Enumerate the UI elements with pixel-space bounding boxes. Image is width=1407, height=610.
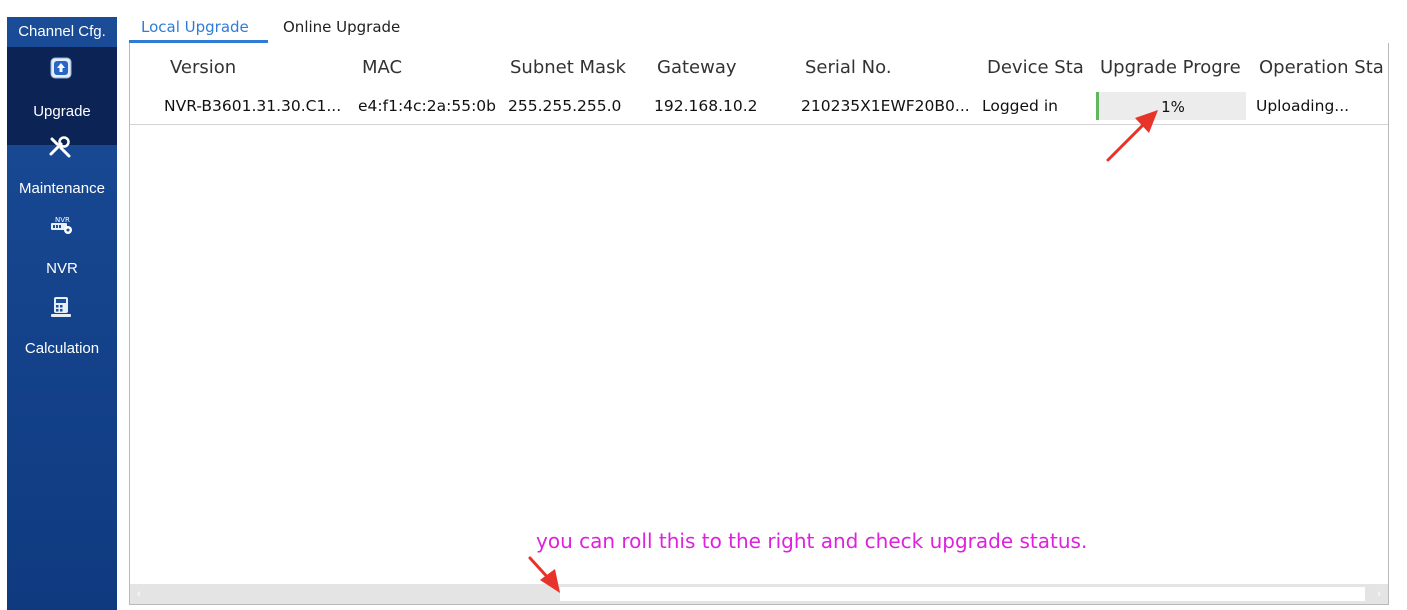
sidebar-item-maintenance[interactable]: Maintenance xyxy=(7,180,117,197)
column-header-subnet-mask[interactable]: Subnet Mask xyxy=(510,57,640,78)
cell-device-status: Logged in xyxy=(982,97,1058,115)
tools-icon[interactable] xyxy=(47,134,75,160)
upgrade-progress-label: 1% xyxy=(1161,98,1185,116)
table-header-row: Version MAC Subnet Mask Gateway Serial N… xyxy=(130,51,1388,89)
sidebar: Channel Cfg. Upgrade Maintenance NVR NVR… xyxy=(7,17,117,610)
tab-local-upgrade[interactable]: Local Upgrade xyxy=(141,18,249,36)
cell-serial-no: 210235X1EWF20B0... xyxy=(801,97,970,115)
column-header-version[interactable]: Version xyxy=(170,57,290,78)
scroll-left-arrow-icon[interactable]: ‹ xyxy=(130,584,148,604)
horizontal-scrollbar[interactable]: ‹ › xyxy=(130,584,1388,604)
column-header-gateway[interactable]: Gateway xyxy=(657,57,777,78)
cell-subnet-mask: 255.255.255.0 xyxy=(508,97,622,115)
cell-operation-status: Uploading... xyxy=(1256,97,1350,115)
upgrade-progress-bar: 1% xyxy=(1096,92,1246,120)
nvr-icon[interactable]: NVR xyxy=(47,212,75,238)
sidebar-item-upgrade[interactable]: Upgrade xyxy=(7,103,117,120)
cell-mac: e4:f1:4c:2a:55:0b xyxy=(358,97,496,115)
scrollbar-thumb[interactable] xyxy=(560,587,1365,601)
column-header-serial-no[interactable]: Serial No. xyxy=(805,57,945,78)
cell-version: NVR-B3601.31.30.C1... xyxy=(164,97,342,115)
column-header-mac[interactable]: MAC xyxy=(362,57,482,78)
annotation-note: you can roll this to the right and check… xyxy=(536,529,1088,553)
svg-text:NVR: NVR xyxy=(55,216,70,224)
scroll-right-arrow-icon[interactable]: › xyxy=(1370,584,1388,604)
sidebar-item-calculation[interactable]: Calculation xyxy=(7,340,117,357)
sidebar-item-channel-cfg[interactable]: Channel Cfg. xyxy=(7,23,117,40)
sidebar-item-nvr[interactable]: NVR xyxy=(7,260,117,277)
column-header-device-status[interactable]: Device Sta xyxy=(987,57,1097,78)
calculator-icon[interactable] xyxy=(47,294,75,320)
table-row[interactable]: NVR-B3601.31.30.C1... e4:f1:4c:2a:55:0b … xyxy=(130,89,1388,125)
upgrade-icon[interactable] xyxy=(47,55,75,81)
tab-online-upgrade[interactable]: Online Upgrade xyxy=(283,18,400,36)
column-header-operation-status[interactable]: Operation Sta xyxy=(1259,57,1385,78)
column-header-upgrade-progress[interactable]: Upgrade Progre xyxy=(1100,57,1252,78)
device-table: Version MAC Subnet Mask Gateway Serial N… xyxy=(129,43,1389,605)
cell-gateway: 192.168.10.2 xyxy=(654,97,758,115)
